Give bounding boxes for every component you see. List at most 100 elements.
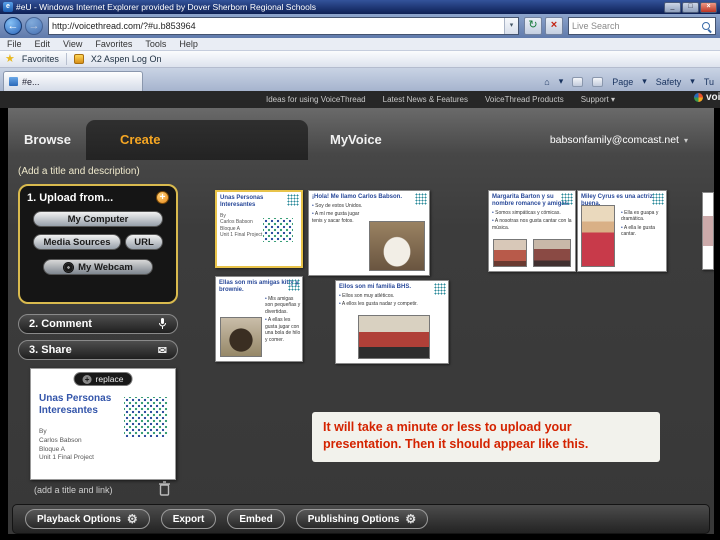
menu-bar: File Edit View Favorites Tools Help xyxy=(0,38,720,51)
menu-file[interactable]: File xyxy=(7,39,22,49)
print-icon[interactable] xyxy=(592,76,604,87)
slide-thumbnail-2[interactable]: ¡Hola! Me llamo Carlos Babson. Soy de es… xyxy=(308,190,430,276)
forward-button[interactable]: → xyxy=(25,17,43,35)
export-button[interactable]: Export xyxy=(160,509,217,529)
pages-icon xyxy=(652,193,664,205)
pages-icon xyxy=(415,193,427,205)
comment-button[interactable]: 2. Comment xyxy=(18,314,178,334)
preview-slide-title: Unas Personas Interesantes xyxy=(39,393,112,416)
pages-icon xyxy=(434,283,446,295)
menu-view[interactable]: View xyxy=(63,39,82,49)
slide-thumbnail-6[interactable]: Ellos son mi familia BHS. Ellos son muy … xyxy=(335,280,449,364)
webcam-icon xyxy=(63,261,75,273)
feeds-icon[interactable] xyxy=(572,76,584,87)
actress-photo xyxy=(581,205,615,267)
playback-options-button[interactable]: Playback Options ⚙ xyxy=(25,509,150,529)
envelope-icon: ✉ xyxy=(157,344,167,357)
nav-link-ideas[interactable]: Ideas for using VoiceThread xyxy=(266,95,366,104)
cat-photo xyxy=(220,317,262,357)
maximize-button[interactable]: □ xyxy=(682,1,699,13)
tab-myvoice[interactable]: MyVoice xyxy=(330,132,382,147)
page-menu[interactable]: Page xyxy=(612,77,633,87)
account-chevron-icon: ▾ xyxy=(683,135,688,145)
menu-help[interactable]: Help xyxy=(179,39,198,49)
close-button[interactable]: × xyxy=(700,1,717,13)
tab-bar: #e... ⌂ ▾ Page ▾ Safety ▾ Tu xyxy=(0,68,720,91)
title-bar: e #eU - Windows Internet Explorer provid… xyxy=(0,0,720,14)
refresh-button[interactable]: ↻ xyxy=(524,17,542,35)
address-input[interactable] xyxy=(52,21,504,31)
my-webcam-button[interactable]: My Webcam xyxy=(43,259,153,275)
voicethread-app: Browse Create MyVoice babsonfamily@comca… xyxy=(8,108,714,534)
menu-favorites[interactable]: Favorites xyxy=(95,39,132,49)
pages-icon xyxy=(288,279,300,291)
account-menu[interactable]: babsonfamily@comcast.net ▾ xyxy=(550,134,688,146)
voicethread-logo[interactable]: voicethread xyxy=(694,92,720,103)
navigation-bar: ← → ▾ ↻ × xyxy=(0,14,720,38)
dog-photo xyxy=(369,221,425,271)
family-photo xyxy=(358,315,430,359)
microphone-icon xyxy=(159,318,166,329)
slide-thumbnail-1[interactable]: Unas Personas Interesantes By Carlos Bab… xyxy=(215,190,303,268)
nav-link-support[interactable]: Support ▾ xyxy=(581,95,615,104)
browser-window: e #eU - Windows Internet Explorer provid… xyxy=(0,0,720,540)
address-bar: ▾ xyxy=(48,17,519,35)
page-menu-chevron-icon[interactable]: ▾ xyxy=(642,76,647,87)
gear-icon: ⚙ xyxy=(405,512,417,526)
nav-link-news[interactable]: Latest News & Features xyxy=(383,95,468,104)
back-button[interactable]: ← xyxy=(4,17,22,35)
share-button[interactable]: 3. Share ✉ xyxy=(18,340,178,360)
tab-browse[interactable]: Browse xyxy=(24,132,71,147)
favorite-link-x2-aspen[interactable]: X2 Aspen Log On xyxy=(91,54,162,64)
tab-favicon xyxy=(9,77,18,86)
publishing-options-button[interactable]: Publishing Options ⚙ xyxy=(295,509,429,529)
voicethread-logo-icon xyxy=(694,93,703,102)
favorites-star-icon: ★ xyxy=(5,52,15,65)
slide-preview[interactable]: + replace Unas Personas Interesantes By … xyxy=(30,368,176,480)
pages-icon xyxy=(287,194,299,206)
dot-pattern xyxy=(263,218,293,242)
slide-thumbnail-3[interactable]: Margarita Barton y su nombre romance y a… xyxy=(488,190,576,272)
voicethread-nav: Ideas for using VoiceThread Latest News … xyxy=(0,91,720,108)
tools-menu[interactable]: Tu xyxy=(704,77,714,87)
minimize-button[interactable]: _ xyxy=(664,1,681,13)
separator xyxy=(65,53,67,65)
replace-button[interactable]: + replace xyxy=(73,372,133,386)
pages-icon xyxy=(561,193,573,205)
safety-menu-chevron-icon[interactable]: ▾ xyxy=(690,76,695,87)
slide-thumbnail-partial[interactable] xyxy=(702,192,714,270)
menu-tools[interactable]: Tools xyxy=(145,39,166,49)
browser-tab[interactable]: #e... xyxy=(3,71,143,91)
safety-menu[interactable]: Safety xyxy=(656,77,682,87)
home-icon[interactable]: ⌂ xyxy=(544,77,549,87)
friends-photo-1 xyxy=(493,239,527,267)
upload-panel: 1. Upload from... + My Computer Media So… xyxy=(18,184,178,304)
favorites-button[interactable]: Favorites xyxy=(22,54,59,64)
address-dropdown-icon[interactable]: ▾ xyxy=(504,18,518,34)
tab-title: #e... xyxy=(22,76,40,87)
search-input[interactable] xyxy=(572,21,701,31)
upload-header: 1. Upload from... + xyxy=(27,191,169,204)
upload-source-row: Media Sources URL xyxy=(33,234,163,250)
trash-icon[interactable] xyxy=(158,481,171,496)
slide-thumbnail-4[interactable]: Miley Cyrus es una actriz buena. Ella es… xyxy=(577,190,667,272)
stop-button[interactable]: × xyxy=(545,17,563,35)
tab-create[interactable]: Create xyxy=(120,132,160,147)
media-sources-button[interactable]: Media Sources xyxy=(33,234,121,250)
gear-icon: ⚙ xyxy=(126,512,138,526)
slide-thumbnail-5[interactable]: Ellas son mis amigas kitty y brownie. Mi… xyxy=(215,276,303,362)
embed-button[interactable]: Embed xyxy=(227,509,285,529)
ie-icon: e xyxy=(3,2,13,12)
nav-link-products[interactable]: VoiceThread Products xyxy=(485,95,564,104)
favorites-bar: ★ Favorites X2 Aspen Log On xyxy=(0,51,720,68)
add-title-link[interactable]: (add a title and link) xyxy=(34,485,113,495)
add-title-description[interactable]: (Add a title and description) xyxy=(18,166,140,177)
window-title: #eU - Windows Internet Explorer provided… xyxy=(16,2,317,12)
url-button[interactable]: URL xyxy=(125,234,163,250)
add-plus-icon[interactable]: + xyxy=(156,191,169,204)
my-computer-button[interactable]: My Computer xyxy=(33,211,163,227)
home-dropdown-icon[interactable]: ▾ xyxy=(559,76,564,87)
menu-edit[interactable]: Edit xyxy=(35,39,51,49)
search-icon[interactable] xyxy=(701,21,712,32)
friends-photo-2 xyxy=(533,239,571,267)
